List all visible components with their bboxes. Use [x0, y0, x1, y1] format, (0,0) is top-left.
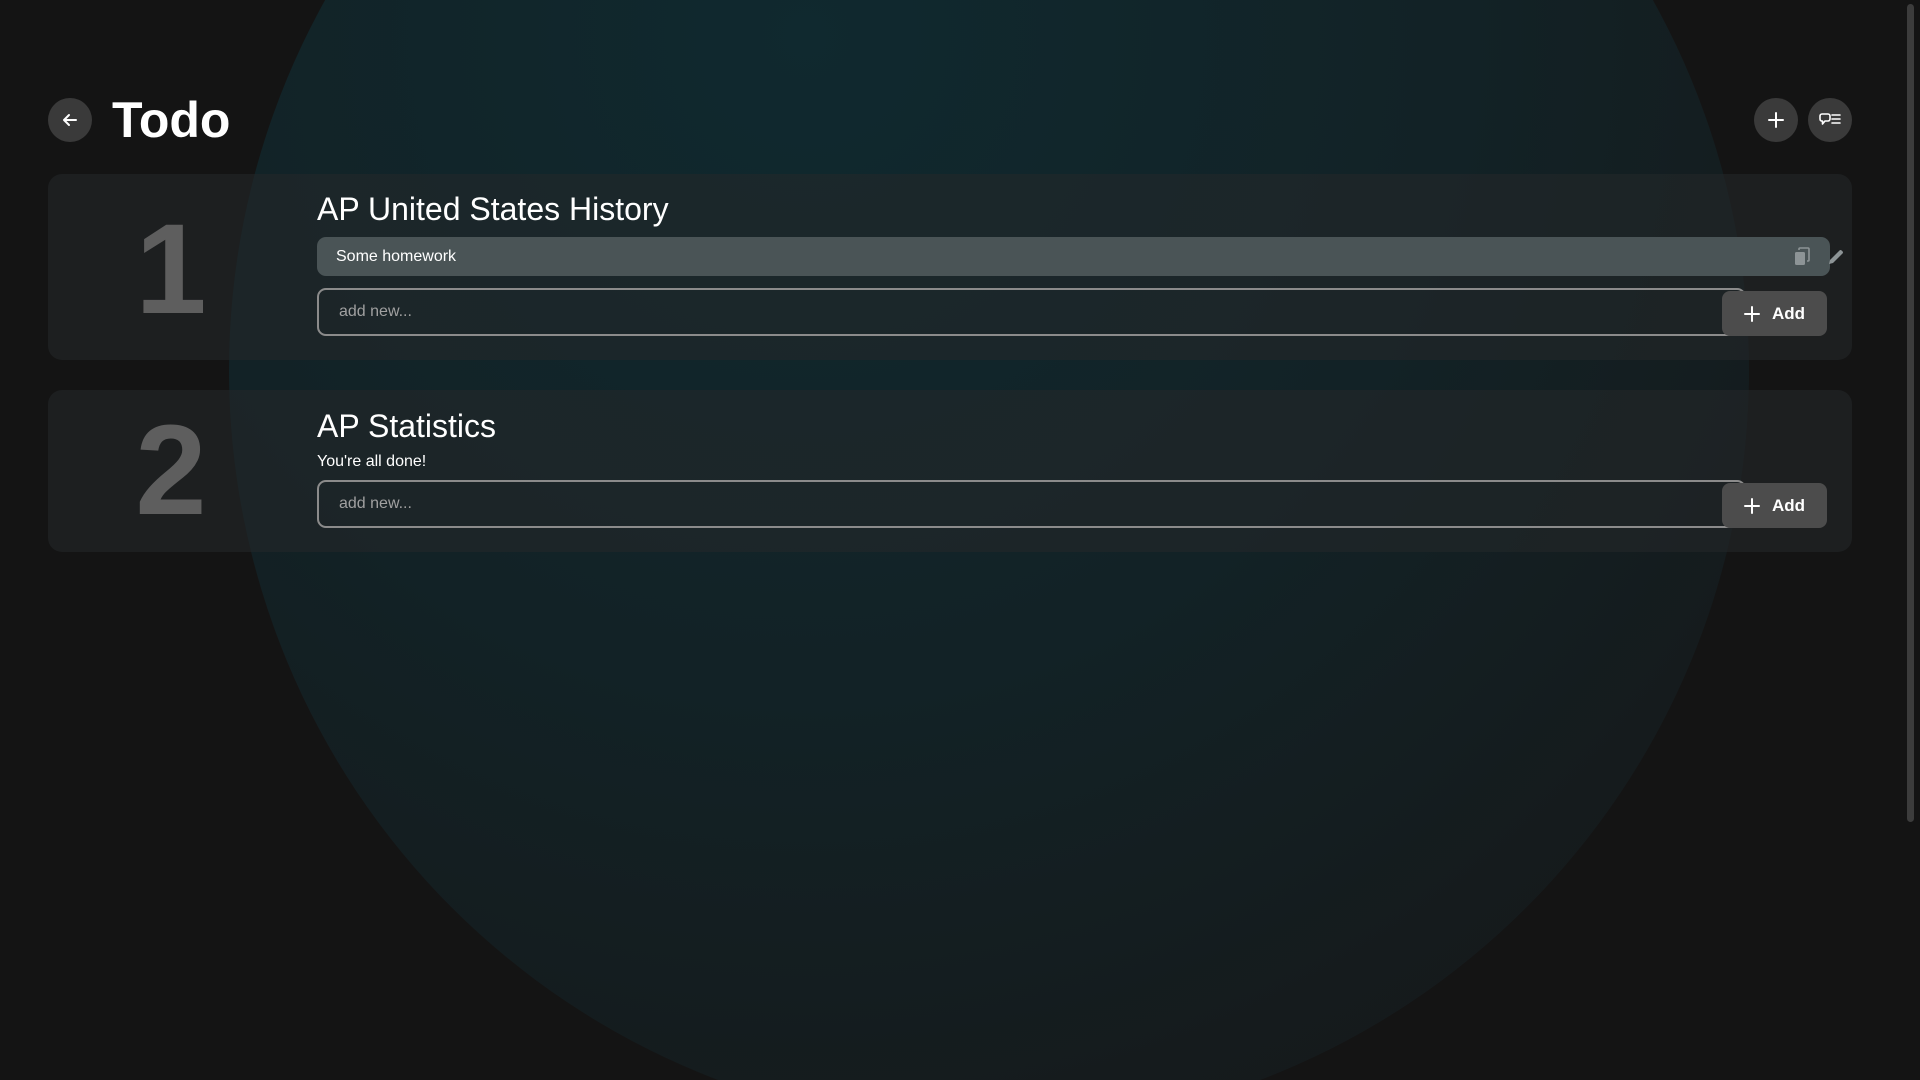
- back-button[interactable]: [48, 98, 92, 142]
- class-title: AP Statistics: [317, 408, 497, 444]
- message-list-icon: [1819, 113, 1841, 125]
- plus-icon: [1743, 497, 1760, 514]
- arrow-left-icon: [63, 114, 77, 126]
- scrollbar[interactable]: [1902, 0, 1920, 1080]
- add-task-button[interactable]: Add: [1722, 291, 1827, 336]
- add-class-button[interactable]: [1754, 98, 1798, 142]
- task-text: Some homework: [336, 248, 457, 265]
- class-card: 1 AP United States History Some homework: [48, 174, 1852, 360]
- add-button-label: Add: [1771, 495, 1806, 515]
- plus-icon: [1768, 112, 1784, 128]
- add-task-input[interactable]: [317, 480, 1746, 528]
- empty-state-message: You're all done!: [317, 453, 427, 470]
- class-title: AP United States History: [317, 191, 669, 227]
- pencil-icon[interactable]: [1825, 246, 1847, 268]
- todo-page: Todo 1 AP United States History Some hom…: [0, 0, 1920, 1080]
- add-task-input[interactable]: [317, 288, 1746, 336]
- add-task-button[interactable]: Add: [1722, 483, 1827, 528]
- scrollbar-thumb[interactable]: [1907, 4, 1914, 822]
- add-button-label: Add: [1771, 303, 1806, 323]
- page-header: Todo: [48, 92, 1852, 148]
- page-title: Todo: [112, 92, 231, 148]
- copy-icon[interactable]: [1791, 246, 1813, 268]
- task-row[interactable]: Some homework: [317, 237, 1843, 276]
- class-number: 2: [135, 399, 207, 542]
- class-card: 2 AP Statistics You're all done! Add: [48, 390, 1852, 552]
- class-number: 1: [135, 198, 207, 341]
- feedback-button[interactable]: [1808, 98, 1852, 142]
- plus-icon: [1743, 305, 1760, 322]
